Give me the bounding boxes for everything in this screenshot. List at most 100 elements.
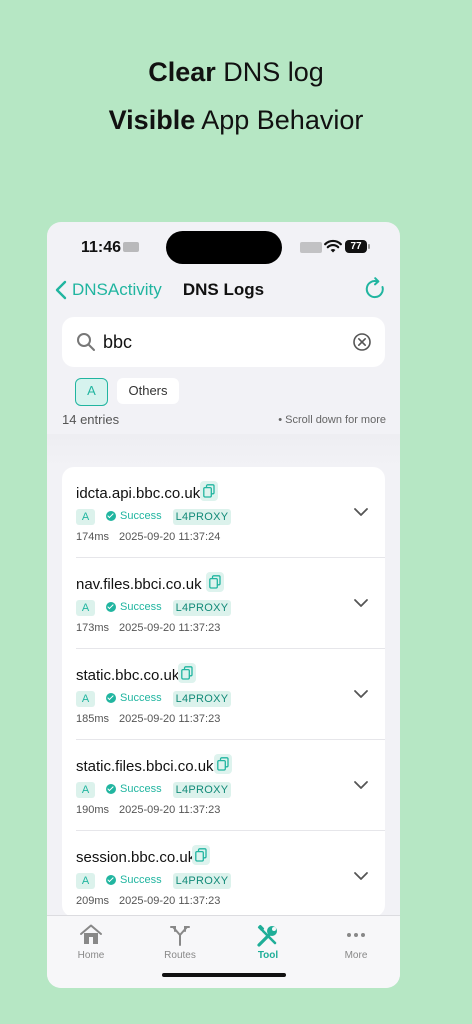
- routes-icon: [170, 926, 190, 946]
- status-label: Success: [120, 783, 162, 795]
- navigation-bar: DNSActivity DNS Logs: [47, 276, 400, 304]
- search-bar: [62, 317, 385, 367]
- route-badge: L4PROXY: [173, 782, 231, 798]
- chevron-down-icon[interactable]: [353, 780, 369, 790]
- success-check-icon: [106, 875, 116, 885]
- cellular-signal-icon: [300, 242, 322, 253]
- dns-log-row[interactable]: session.bbc.co.uk A Success L4PROXY 209ms 202…: [62, 831, 385, 917]
- tab-home[interactable]: Home: [61, 923, 121, 961]
- refresh-icon[interactable]: [362, 276, 388, 302]
- back-button[interactable]: DNSActivity: [55, 278, 162, 302]
- copy-icon[interactable]: [200, 481, 218, 501]
- tab-tool[interactable]: Tool: [238, 923, 298, 961]
- tab-more-label: More: [344, 950, 368, 961]
- search-icon: [77, 333, 95, 351]
- page-title: DNS Logs: [182, 280, 265, 299]
- route-badge: L4PROXY: [173, 873, 231, 889]
- latency: 190ms: [76, 804, 110, 816]
- scroll-hint: • Scroll down for more: [278, 414, 386, 426]
- record-type-badge: A: [76, 782, 95, 798]
- domain-name: nav.files.bbci.co.uk: [76, 576, 202, 593]
- filter-chip-others[interactable]: Others: [117, 378, 179, 404]
- status-bar: 11:46 77: [47, 222, 400, 274]
- promo-line1-rest: DNS log: [215, 57, 324, 87]
- battery-icon: 77: [345, 240, 367, 253]
- record-type-badge: A: [76, 691, 95, 707]
- tab-tool-label: Tool: [257, 950, 279, 961]
- copy-icon[interactable]: [192, 845, 210, 865]
- status-label: Success: [120, 510, 162, 522]
- route-badge: L4PROXY: [173, 691, 231, 707]
- success-check-icon: [106, 602, 116, 612]
- status-badge: Success: [106, 692, 162, 704]
- wrench-screwdriver-icon: [257, 924, 277, 947]
- timestamp: 2025-09-20 11:37:23: [119, 804, 221, 816]
- phone-screen: 11:46 77 DNSActivity DNS Logs bbc A Othe…: [47, 222, 400, 988]
- status-badge: Success: [106, 874, 162, 886]
- timestamp: 2025-09-20 11:37:24: [119, 531, 221, 543]
- filter-chip-a[interactable]: A: [75, 378, 108, 406]
- latency: 173ms: [76, 622, 110, 634]
- promo-headline-1: Clear DNS log: [0, 57, 472, 88]
- timestamp: 2025-09-20 11:37:23: [119, 713, 221, 725]
- timestamp: 2025-09-20 11:37:23: [119, 895, 221, 907]
- latency: 209ms: [76, 895, 110, 907]
- status-badge: Success: [106, 783, 162, 795]
- promo-line2-bold: Visible: [108, 105, 196, 135]
- record-type-badge: A: [76, 600, 95, 616]
- tab-routes-label: Routes: [164, 950, 196, 961]
- promo-headline-2: Visible App Behavior: [0, 105, 472, 136]
- more-dots-icon: [347, 933, 365, 937]
- tab-routes[interactable]: Routes: [150, 923, 210, 961]
- record-type-badge: A: [76, 509, 95, 525]
- copy-icon[interactable]: [178, 663, 196, 683]
- chevron-down-icon[interactable]: [353, 871, 369, 881]
- latency: 174ms: [76, 531, 110, 543]
- route-badge: L4PROXY: [173, 600, 231, 616]
- timestamp: 2025-09-20 11:37:23: [119, 622, 221, 634]
- status-label: Success: [120, 692, 162, 704]
- chevron-down-icon[interactable]: [353, 507, 369, 517]
- wifi-icon: [324, 239, 342, 253]
- tab-home-label: Home: [77, 950, 105, 961]
- success-check-icon: [106, 693, 116, 703]
- chevron-down-icon[interactable]: [353, 598, 369, 608]
- search-input[interactable]: [103, 330, 333, 354]
- route-badge: L4PROXY: [173, 509, 231, 525]
- status-badge: Success: [106, 510, 162, 522]
- status-label: Success: [120, 874, 162, 886]
- latency: 185ms: [76, 713, 110, 725]
- list-header-spacer: [47, 434, 400, 468]
- success-check-icon: [106, 511, 116, 521]
- home-icon: [80, 924, 102, 944]
- battery-tip: [368, 244, 370, 249]
- clear-search-icon[interactable]: [352, 332, 372, 352]
- dns-log-row[interactable]: nav.files.bbci.co.uk A Success L4PROXY 173ms…: [62, 558, 385, 649]
- dns-log-row[interactable]: idcta.api.bbc.co.uk A Success L4PROXY 174ms 2…: [62, 467, 385, 558]
- domain-name: static.bbc.co.uk: [76, 667, 180, 684]
- tab-bar: Home Routes Tool More: [47, 915, 400, 988]
- dns-log-row[interactable]: static.files.bbci.co.uk A Success L4PROXY 19…: [62, 740, 385, 831]
- domain-name: session.bbc.co.uk: [76, 849, 196, 866]
- dns-log-row[interactable]: static.bbc.co.uk A Success L4PROXY 185ms 2025…: [62, 649, 385, 740]
- domain-name: static.files.bbci.co.uk: [76, 758, 214, 775]
- chevron-left-icon: [55, 280, 67, 300]
- promo-line2-rest: App Behavior: [195, 105, 364, 135]
- entries-count: 14 entries: [62, 412, 120, 427]
- success-check-icon: [106, 784, 116, 794]
- status-label: Success: [120, 601, 162, 613]
- status-time: 11:46: [81, 239, 122, 256]
- home-indicator: [162, 973, 286, 977]
- back-button-label: DNSActivity: [72, 280, 162, 299]
- domain-name: idcta.api.bbc.co.uk: [76, 485, 201, 502]
- record-type-badge: A: [76, 873, 95, 889]
- status-badge: Success: [106, 601, 162, 613]
- blurred-status-icon: [123, 242, 139, 252]
- copy-icon[interactable]: [206, 572, 224, 592]
- tab-more[interactable]: More: [326, 923, 386, 961]
- chevron-down-icon[interactable]: [353, 689, 369, 699]
- dns-log-list: idcta.api.bbc.co.uk A Success L4PROXY 174ms 2…: [62, 467, 385, 917]
- copy-icon[interactable]: [214, 754, 232, 774]
- dynamic-island: [166, 231, 282, 264]
- promo-line1-bold: Clear: [148, 57, 216, 87]
